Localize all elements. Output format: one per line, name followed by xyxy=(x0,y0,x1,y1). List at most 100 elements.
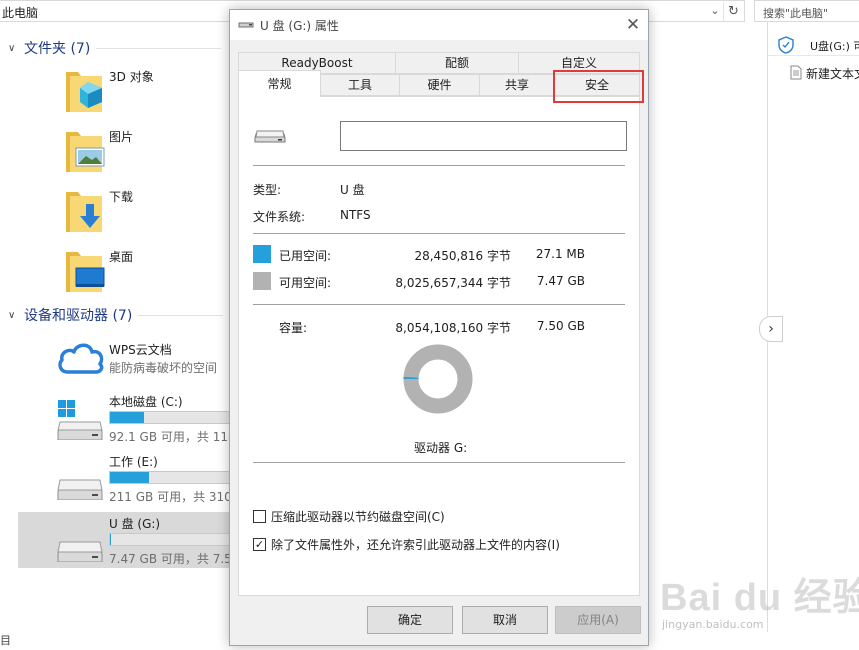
watermark-text: Bai du 经验 xyxy=(660,577,859,619)
free-space-swatch xyxy=(253,272,271,290)
baidu-watermark: Bai du 经验 jingyan.baidu.com xyxy=(660,566,859,636)
tab-hardware[interactable]: 硬件 xyxy=(399,74,480,96)
divider xyxy=(253,462,625,463)
tab-sharing[interactable]: 共享 xyxy=(479,74,555,96)
folder-label: 下载 xyxy=(109,190,134,204)
used-bytes: 28,450,816 字节 xyxy=(414,249,511,263)
drive-usage-bar xyxy=(109,411,234,424)
usb-drive-icon xyxy=(254,130,286,143)
filesystem-value: NTFS xyxy=(340,208,371,222)
divider xyxy=(253,165,625,166)
compress-checkbox-row[interactable]: 压缩此驱动器以节约磁盘空间(C) xyxy=(253,508,445,524)
disk-usage-donut xyxy=(403,344,473,414)
search-input[interactable]: 搜索"此电脑" xyxy=(754,0,859,22)
cloud-icon xyxy=(58,343,104,374)
compress-checkbox[interactable] xyxy=(253,509,266,523)
devices-group-label: 设备和驱动器 (7) xyxy=(24,308,133,324)
drive-info: 211 GB 可用，共 310 xyxy=(109,490,232,504)
highlight-box xyxy=(553,70,644,103)
pane-drive-label: U盘(G:) 可 xyxy=(810,40,859,53)
drive-name: 本地磁盘 (C:) xyxy=(109,395,183,409)
folder-label: 图片 xyxy=(109,130,134,144)
pane-file-item[interactable]: 新建文本文 xyxy=(768,62,859,84)
wps-cloud-item[interactable]: WPS云文档 能防病毒破坏的空间 xyxy=(18,338,230,382)
cancel-button[interactable]: 取消 xyxy=(462,606,548,634)
folder-item-pictures[interactable]: 图片 xyxy=(60,126,230,178)
folder-label: 3D 对象 xyxy=(109,70,154,84)
devices-group-header[interactable]: ∨ 设备和驱动器 (7) xyxy=(8,305,224,325)
chevron-down-icon[interactable]: ⌄ xyxy=(707,3,723,19)
drive-usage-bar xyxy=(109,533,234,546)
free-space-label: 可用空间: xyxy=(279,276,332,290)
downloads-folder-icon xyxy=(66,192,102,232)
tab-quota[interactable]: 配额 xyxy=(395,52,519,74)
chevron-right-icon[interactable]: › xyxy=(759,316,783,342)
shield-drive-icon xyxy=(778,36,794,54)
free-size: 7.47 GB xyxy=(536,274,585,288)
tab-general[interactable]: 常规 xyxy=(238,70,321,97)
pane-drive-item[interactable]: U盘(G:) 可 xyxy=(768,32,859,56)
hard-drive-icon xyxy=(57,479,103,500)
drive-item-c[interactable]: 本地磁盘 (C:) 92.1 GB 可用，共 118 xyxy=(18,390,236,446)
index-checkbox-row[interactable]: ✓ 除了文件属性外，还允许索引此驱动器上文件的内容(I) xyxy=(253,536,560,552)
3d-objects-folder-icon xyxy=(66,72,102,112)
type-value: U 盘 xyxy=(340,183,365,197)
filesystem-label: 文件系统: xyxy=(253,210,306,224)
desktop-folder-icon xyxy=(66,252,105,292)
capacity-size: 7.50 GB xyxy=(536,319,585,333)
general-panel: 类型: U 盘 文件系统: NTFS 已用空间: 28,450,816 字节 2… xyxy=(238,96,640,596)
drive-letter-label: 驱动器 G: xyxy=(414,441,468,455)
index-label: 除了文件属性外，还允许索引此驱动器上文件的内容(I) xyxy=(271,537,560,552)
capacity-bytes: 8,054,108,160 字节 xyxy=(395,321,511,335)
dialog-titlebar[interactable]: U 盘 (G:) 属性 ✕ xyxy=(230,10,648,40)
drive-icon xyxy=(238,22,254,28)
wps-name: WPS云文档 xyxy=(109,343,172,357)
chevron-down-icon[interactable]: ∨ xyxy=(8,310,24,321)
type-label: 类型: xyxy=(253,183,282,197)
divider xyxy=(253,233,625,234)
drive-item-g[interactable]: U 盘 (G:) 7.47 GB 可用，共 7.50 xyxy=(18,512,239,568)
close-icon[interactable]: ✕ xyxy=(622,14,644,36)
windows-drive-icon xyxy=(57,400,103,440)
wps-desc: 能防病毒破坏的空间 xyxy=(109,361,218,375)
divider xyxy=(253,304,625,305)
dialog-title: U 盘 (G:) 属性 xyxy=(260,19,339,33)
drive-name: 工作 (E:) xyxy=(109,455,158,469)
drive-usage-bar xyxy=(109,471,234,484)
pane-file-label: 新建文本文 xyxy=(806,67,859,81)
text-file-icon xyxy=(790,65,802,80)
free-bytes: 8,025,657,344 字节 xyxy=(395,276,511,290)
chevron-down-icon[interactable]: ∨ xyxy=(8,43,24,54)
drive-info: 7.47 GB 可用，共 7.50 xyxy=(109,552,240,566)
properties-dialog: U 盘 (G:) 属性 ✕ ReadyBoost 配额 自定义 常规 工具 硬件… xyxy=(229,9,649,646)
status-text: 目 xyxy=(0,634,11,647)
index-checkbox[interactable]: ✓ xyxy=(253,537,266,551)
address-text: 此电脑 xyxy=(2,6,39,20)
tab-tools[interactable]: 工具 xyxy=(320,74,400,96)
compress-label: 压缩此驱动器以节约磁盘空间(C) xyxy=(271,509,445,524)
apply-button[interactable]: 应用(A) xyxy=(555,606,641,634)
folders-group-label: 文件夹 (7) xyxy=(24,41,91,57)
group-divider xyxy=(138,315,224,316)
capacity-label: 容量: xyxy=(279,321,308,335)
used-size: 27.1 MB xyxy=(535,247,585,261)
search-placeholder: 搜索"此电脑" xyxy=(763,7,829,20)
used-space-swatch xyxy=(253,245,271,263)
watermark-sub: jingyan.baidu.com xyxy=(662,618,764,631)
folders-group-header[interactable]: ∨ 文件夹 (7) xyxy=(8,38,222,58)
volume-name-input[interactable] xyxy=(340,121,627,151)
refresh-icon[interactable]: ↻ xyxy=(723,2,743,21)
donut-free-segment xyxy=(403,344,473,414)
drive-name: U 盘 (G:) xyxy=(109,517,161,531)
usb-drive-icon xyxy=(57,541,103,562)
drive-usage-fill xyxy=(110,412,145,423)
drive-item-e[interactable]: 工作 (E:) 211 GB 可用，共 310 xyxy=(18,450,234,506)
drive-usage-fill xyxy=(110,472,150,483)
folder-item-desktop[interactable]: 桌面 xyxy=(60,246,230,298)
pictures-folder-icon xyxy=(66,132,105,172)
ok-button[interactable]: 确定 xyxy=(367,606,453,634)
drive-info: 92.1 GB 可用，共 118 xyxy=(109,430,236,444)
folder-item-3d-objects[interactable]: 3D 对象 xyxy=(60,66,230,118)
folder-item-downloads[interactable]: 下载 xyxy=(60,186,230,238)
group-divider xyxy=(96,48,222,49)
